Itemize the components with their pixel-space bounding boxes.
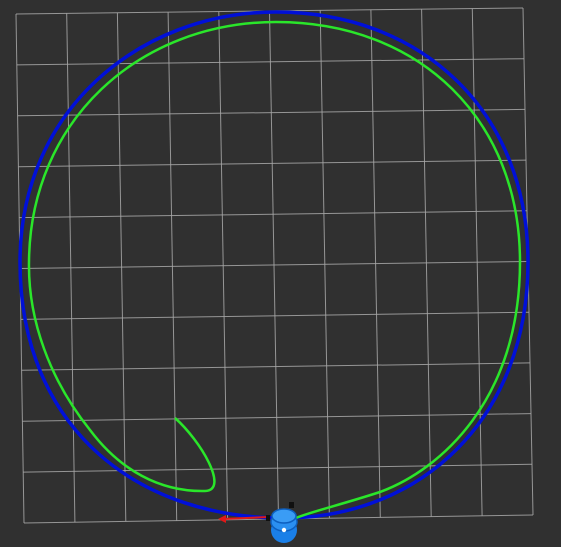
robot-marker-icon[interactable] [266,502,298,543]
rviz-3d-viewport[interactable] [0,0,561,547]
